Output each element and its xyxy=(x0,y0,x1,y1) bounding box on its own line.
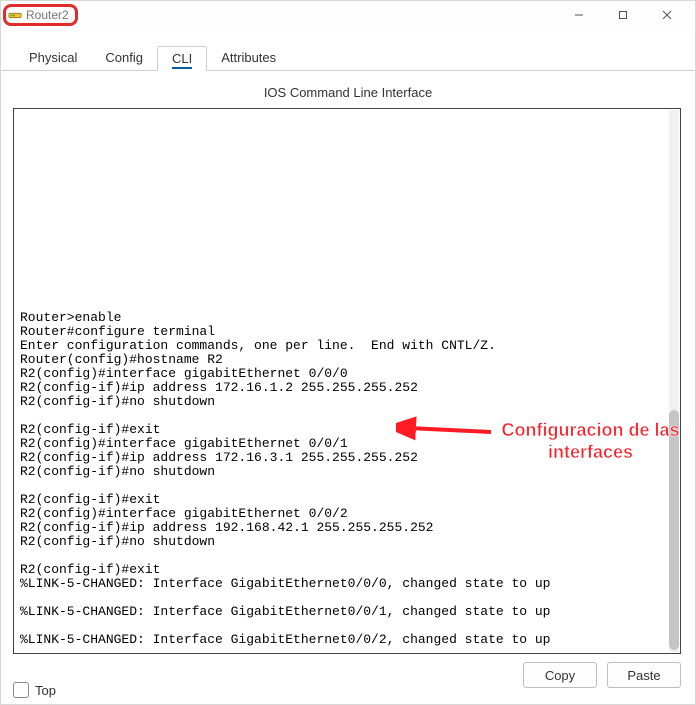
top-checkbox[interactable] xyxy=(13,682,29,698)
footer: Top xyxy=(13,682,56,698)
close-button[interactable] xyxy=(645,2,689,28)
top-label: Top xyxy=(35,683,56,698)
tab-attributes[interactable]: Attributes xyxy=(207,46,290,71)
paste-button[interactable]: Paste xyxy=(607,662,681,688)
terminal[interactable]: Router>enable Router#configure terminal … xyxy=(13,108,681,654)
tab-cli[interactable]: CLI xyxy=(157,46,207,71)
tab-label: Config xyxy=(105,50,143,65)
tab-label: Physical xyxy=(29,50,77,65)
tab-bar: Physical Config CLI Attributes xyxy=(1,43,695,71)
panel-title: IOS Command Line Interface xyxy=(13,85,683,100)
copy-button[interactable]: Copy xyxy=(523,662,597,688)
window: Router2 Physical Config CLI Attributes I… xyxy=(0,0,696,705)
cli-panel: IOS Command Line Interface Router>enable… xyxy=(1,70,695,688)
tab-label: Attributes xyxy=(221,50,276,65)
window-controls xyxy=(557,2,689,28)
terminal-content: Router>enable Router#configure terminal … xyxy=(20,283,674,647)
tab-label: CLI xyxy=(172,51,192,69)
button-row: Copy Paste xyxy=(13,662,683,688)
tab-physical[interactable]: Physical xyxy=(15,46,91,71)
router-icon xyxy=(8,8,22,22)
tab-config[interactable]: Config xyxy=(91,46,157,71)
titlebar-highlight: Router2 xyxy=(3,4,78,26)
window-title: Router2 xyxy=(26,8,69,22)
maximize-button[interactable] xyxy=(601,2,645,28)
titlebar: Router2 xyxy=(1,1,695,29)
scroll-thumb[interactable] xyxy=(669,410,679,650)
scrollbar[interactable] xyxy=(669,110,679,652)
minimize-button[interactable] xyxy=(557,2,601,28)
